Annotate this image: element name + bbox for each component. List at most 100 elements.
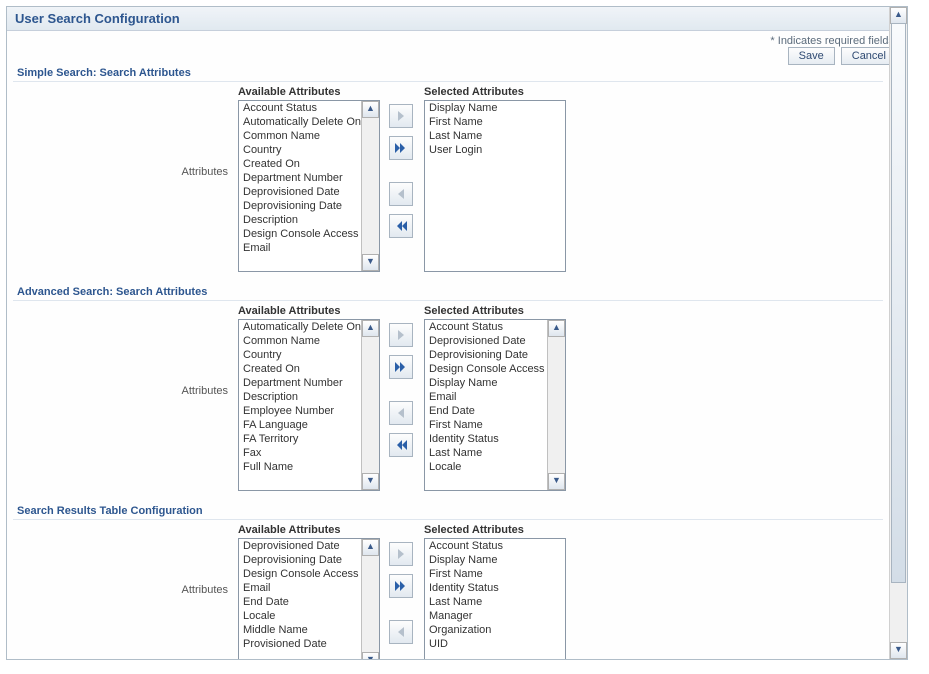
config-panel: User Search Configuration * Indicates re…: [6, 6, 908, 660]
move-left-button[interactable]: [389, 401, 413, 425]
list-item[interactable]: Automatically Delete On: [239, 115, 362, 129]
list-item[interactable]: Deprovisioned Date: [239, 185, 362, 199]
selected-header-advanced: Selected Attributes: [424, 305, 564, 317]
list-item[interactable]: User Login: [425, 143, 565, 157]
selected-list-results[interactable]: Account StatusDisplay NameFirst NameIden…: [424, 538, 566, 659]
list-item[interactable]: Description: [239, 390, 362, 404]
move-right-button[interactable]: [389, 542, 413, 566]
selected-list-advanced[interactable]: Account StatusDeprovisioned DateDeprovis…: [424, 319, 566, 491]
list-item[interactable]: Design Console Access: [425, 362, 548, 376]
list-item[interactable]: Last Name: [425, 446, 548, 460]
list-item[interactable]: Design Console Access: [239, 567, 362, 581]
scroll-down-arrow-icon[interactable]: ▼: [362, 473, 379, 490]
list-item[interactable]: Locale: [239, 609, 362, 623]
move-all-right-button[interactable]: [389, 574, 413, 598]
available-header-results: Available Attributes: [238, 524, 378, 536]
list-item[interactable]: Identity Status: [425, 432, 548, 446]
list-item[interactable]: Display Name: [425, 101, 565, 115]
list-item[interactable]: Deprovisioning Date: [239, 553, 362, 567]
move-left-button[interactable]: [389, 182, 413, 206]
list-item[interactable]: Common Name: [239, 129, 362, 143]
list-item[interactable]: UID: [425, 637, 565, 651]
list-item[interactable]: FA Language: [239, 418, 362, 432]
list-item[interactable]: Department Number: [239, 376, 362, 390]
list-item[interactable]: Middle Name: [239, 623, 362, 637]
available-list-advanced[interactable]: Automatically Delete OnCommon NameCountr…: [238, 319, 380, 491]
list-item[interactable]: Deprovisioning Date: [239, 199, 362, 213]
scroll-down-arrow-icon[interactable]: ▼: [890, 642, 907, 659]
list-item[interactable]: Common Name: [239, 334, 362, 348]
list-item[interactable]: Email: [425, 390, 548, 404]
list-item[interactable]: Email: [239, 581, 362, 595]
page-title: User Search Configuration: [7, 7, 907, 31]
required-fields-hint: * Indicates required fields.: [770, 35, 897, 47]
scroll-up-arrow-icon[interactable]: ▲: [548, 320, 565, 337]
list-item[interactable]: Provisioned Date: [239, 637, 362, 651]
selected-header-simple: Selected Attributes: [424, 86, 564, 98]
list-item[interactable]: Account Status: [425, 539, 565, 553]
move-all-right-button[interactable]: [389, 136, 413, 160]
list-item[interactable]: Organization: [425, 623, 565, 637]
list-item[interactable]: Full Name: [239, 460, 362, 474]
list-item[interactable]: First Name: [425, 567, 565, 581]
row-label-advanced: Attributes: [13, 305, 238, 397]
list-item[interactable]: Employee Number: [239, 404, 362, 418]
scroll-up-arrow-icon[interactable]: ▲: [362, 539, 379, 556]
list-item[interactable]: End Date: [239, 595, 362, 609]
list-scrollbar[interactable]: ▲ ▼: [361, 539, 379, 659]
list-item[interactable]: Created On: [239, 362, 362, 376]
move-all-left-button[interactable]: [389, 214, 413, 238]
panel-vertical-scrollbar[interactable]: ▲ ▼: [889, 7, 907, 659]
list-item[interactable]: Created On: [239, 157, 362, 171]
list-scrollbar[interactable]: ▲ ▼: [361, 101, 379, 271]
list-item[interactable]: Country: [239, 348, 362, 362]
list-item[interactable]: Deprovisioned Date: [239, 539, 362, 553]
available-header-advanced: Available Attributes: [238, 305, 378, 317]
list-scrollbar[interactable]: ▲ ▼: [547, 320, 565, 490]
move-all-right-button[interactable]: [389, 355, 413, 379]
available-header-simple: Available Attributes: [238, 86, 378, 98]
list-item[interactable]: Locale: [425, 460, 548, 474]
section-results-table: Search Results Table Configuration: [13, 499, 883, 520]
list-item[interactable]: Description: [239, 213, 362, 227]
scroll-thumb[interactable]: [891, 23, 906, 583]
list-item[interactable]: First Name: [425, 115, 565, 129]
scroll-up-arrow-icon[interactable]: ▲: [890, 7, 907, 24]
move-left-button[interactable]: [389, 620, 413, 644]
list-item[interactable]: Email: [239, 241, 362, 255]
selected-list-simple[interactable]: Display NameFirst NameLast NameUser Logi…: [424, 100, 566, 272]
list-item[interactable]: Identity Status: [425, 581, 565, 595]
list-item[interactable]: Last Name: [425, 595, 565, 609]
list-item[interactable]: Manager: [425, 609, 565, 623]
list-item[interactable]: Last Name: [425, 129, 565, 143]
scroll-down-arrow-icon[interactable]: ▼: [548, 473, 565, 490]
list-item[interactable]: Fax: [239, 446, 362, 460]
list-item[interactable]: First Name: [425, 418, 548, 432]
list-item[interactable]: Department Number: [239, 171, 362, 185]
list-item[interactable]: Account Status: [239, 101, 362, 115]
move-right-button[interactable]: [389, 323, 413, 347]
section-advanced-search: Advanced Search: Search Attributes: [13, 280, 883, 301]
scroll-up-arrow-icon[interactable]: ▲: [362, 320, 379, 337]
list-item[interactable]: Country: [239, 143, 362, 157]
scroll-down-arrow-icon[interactable]: ▼: [362, 652, 379, 659]
list-item[interactable]: FA Territory: [239, 432, 362, 446]
list-item[interactable]: Design Console Access: [239, 227, 362, 241]
list-scrollbar[interactable]: ▲ ▼: [361, 320, 379, 490]
scroll-down-arrow-icon[interactable]: ▼: [362, 254, 379, 271]
row-label-results: Attributes: [13, 524, 238, 596]
move-right-button[interactable]: [389, 104, 413, 128]
list-item[interactable]: Deprovisioned Date: [425, 334, 548, 348]
list-item[interactable]: Display Name: [425, 553, 565, 567]
list-item[interactable]: Automatically Delete On: [239, 320, 362, 334]
scroll-up-arrow-icon[interactable]: ▲: [362, 101, 379, 118]
move-all-left-button[interactable]: [389, 433, 413, 457]
available-list-results[interactable]: Deprovisioned DateDeprovisioning DateDes…: [238, 538, 380, 659]
section-simple-search: Simple Search: Search Attributes: [13, 61, 883, 82]
available-list-simple[interactable]: Account StatusAutomatically Delete OnCom…: [238, 100, 380, 272]
list-item[interactable]: Display Name: [425, 376, 548, 390]
list-item[interactable]: Account Status: [425, 320, 548, 334]
list-item[interactable]: Deprovisioning Date: [425, 348, 548, 362]
list-item[interactable]: End Date: [425, 404, 548, 418]
row-label-simple: Attributes: [13, 86, 238, 178]
